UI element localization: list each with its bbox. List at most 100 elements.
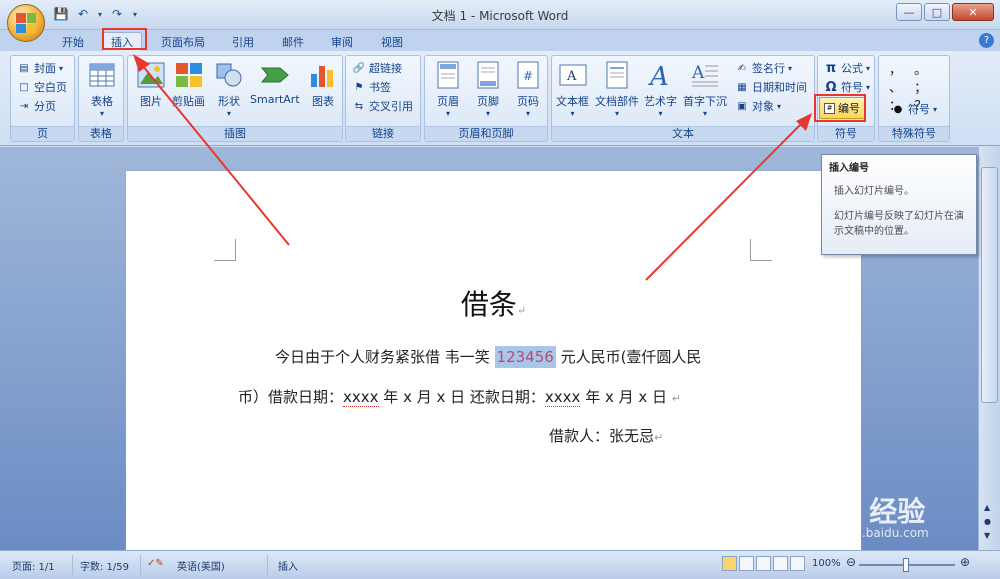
bookmark-button[interactable]: ⚑ 书签 <box>352 78 391 96</box>
close-button[interactable]: ✕ <box>952 3 994 21</box>
document-title: 借条↵ <box>460 288 527 321</box>
clipart-button[interactable]: 剪贴画 <box>172 60 205 109</box>
blank-page-icon: □ <box>19 81 29 93</box>
crop-mark-top-right <box>750 239 772 261</box>
web-view-icon[interactable] <box>756 556 771 571</box>
tab-review[interactable]: 审阅 <box>331 32 353 51</box>
tab-mailings[interactable]: 邮件 <box>282 32 304 51</box>
footer-button[interactable]: 页脚 ▾ <box>473 60 503 118</box>
signature-line-button[interactable]: ✍ 签名行 ▾ <box>735 59 792 77</box>
help-icon[interactable]: ? <box>979 33 994 48</box>
shapes-button[interactable]: 形状 ▾ <box>214 60 244 118</box>
prev-page-icon[interactable]: ▲ <box>984 503 990 512</box>
outline-view-icon[interactable] <box>773 556 788 571</box>
wordart-icon: A <box>646 60 676 90</box>
quick-parts-button[interactable]: 文档部件 ▾ <box>595 60 639 118</box>
minimize-button[interactable]: — <box>896 3 922 21</box>
status-separator <box>72 555 73 575</box>
zoom-out-icon[interactable]: ⊖ <box>846 555 856 569</box>
svg-text:A: A <box>691 63 705 83</box>
page-number-icon: # <box>513 60 543 90</box>
office-logo-icon <box>16 13 36 33</box>
document-page[interactable]: 借条↵ 今日由于个人财务紧张借 韦一笑 123456 元人民币(壹仟圆人民 币）… <box>126 171 861 555</box>
tab-references[interactable]: 引用 <box>232 32 254 51</box>
next-page-icon[interactable]: ▼ <box>984 531 990 540</box>
smartart-button[interactable]: SmartArt <box>250 60 300 106</box>
zoom-level[interactable]: 100% <box>812 558 841 569</box>
pi-icon: π <box>825 60 837 76</box>
insert-tab-highlight <box>102 28 147 50</box>
table-button[interactable]: 表格 ▾ <box>87 60 117 118</box>
header-icon <box>433 60 463 90</box>
group-header-footer: 页眉 ▾ 页脚 ▾ # 页码 ▾ 页眉和页脚 <box>424 55 548 142</box>
baidu-watermark-logo: Bai du 经验 <box>760 495 926 528</box>
special-symbol-button[interactable]: ● 符号 ▾ <box>891 100 937 118</box>
object-icon: ▣ <box>737 100 747 112</box>
picture-icon <box>136 60 166 90</box>
zoom-in-icon[interactable]: ⊕ <box>960 555 970 569</box>
spellcheck-icon[interactable]: ✓✎ <box>147 558 164 569</box>
signature-line-icon: ✍ <box>737 62 747 74</box>
object-button[interactable]: ▣ 对象 ▾ <box>735 97 781 115</box>
hyperlink-icon: 🔗 <box>352 62 366 74</box>
page-number-button[interactable]: # 页码 ▾ <box>513 60 543 118</box>
group-label-pages: 页 <box>11 126 74 141</box>
group-label-illustrations: 插图 <box>128 126 342 141</box>
zoom-slider-thumb[interactable] <box>903 558 909 572</box>
bullet-icon: ● <box>893 103 903 115</box>
tab-view[interactable]: 视图 <box>381 32 403 51</box>
header-button[interactable]: 页眉 ▾ <box>433 60 463 118</box>
cross-reference-button[interactable]: ⇆ 交叉引用 <box>352 97 413 115</box>
blank-page-button[interactable]: □ 空白页 <box>17 78 67 96</box>
svg-text:A: A <box>648 62 669 89</box>
cross-reference-icon: ⇆ <box>354 100 364 112</box>
page-break-button[interactable]: ⇥ 分页 <box>17 97 56 115</box>
drop-cap-icon: A <box>690 60 720 90</box>
group-pages: ▤ 封面 ▾ □ 空白页 ⇥ 分页 页 <box>10 55 75 142</box>
equation-button[interactable]: π 公式 ▾ <box>824 59 870 77</box>
baidu-watermark-url: jingyan.baidu.com <box>818 526 929 540</box>
tab-page-layout[interactable]: 页面布局 <box>161 32 205 51</box>
calendar-icon: ▦ <box>737 81 747 93</box>
group-text: A 文本框 ▾ 文档部件 ▾ A 艺术字 ▾ A 首字下沉 ▾ ✍ 签名行 ▾ ▦ 日期和时间… <box>551 55 815 142</box>
number-button-highlight <box>814 94 866 122</box>
omega-icon: Ω <box>825 79 837 95</box>
status-separator <box>140 555 141 575</box>
page-break-icon: ⇥ <box>19 100 29 112</box>
group-label-links: 链接 <box>346 126 420 141</box>
tab-home[interactable]: 开始 <box>62 32 84 51</box>
print-layout-view-icon[interactable] <box>722 556 737 571</box>
group-label-symbols: 符号 <box>818 126 874 141</box>
text-box-button[interactable]: A 文本框 ▾ <box>556 60 589 118</box>
tooltip-title: 插入编号 <box>829 163 869 174</box>
group-tables: 表格 ▾ 表格 <box>78 55 124 142</box>
paragraph-line-3: 借款人：张无忌↵ <box>549 427 664 445</box>
cover-page-button[interactable]: ▤ 封面 ▾ <box>17 59 63 77</box>
picture-button[interactable]: 图片 <box>136 60 166 109</box>
maximize-button[interactable]: □ <box>924 3 950 21</box>
hyperlink-button[interactable]: 🔗 超链接 <box>352 59 402 77</box>
status-words[interactable]: 字数: 1/59 <box>80 558 129 573</box>
chart-button[interactable]: 图表 <box>308 60 338 109</box>
wordart-button[interactable]: A 艺术字 ▾ <box>644 60 677 118</box>
full-screen-view-icon[interactable] <box>739 556 754 571</box>
vertical-scrollbar[interactable]: ▲ ● ▼ <box>978 147 1000 550</box>
group-label-text: 文本 <box>552 126 814 141</box>
drop-cap-button[interactable]: A 首字下沉 ▾ <box>683 60 727 118</box>
chart-icon <box>308 60 338 90</box>
office-button[interactable] <box>7 4 45 42</box>
status-language[interactable]: 英语(美国) <box>177 558 225 573</box>
clipart-icon <box>174 60 204 90</box>
paragraph-line-2: 币）借款日期：xxxx 年 x 月 x 日 还款日期：xxxx 年 x 月 x … <box>238 388 682 407</box>
status-separator <box>267 555 268 575</box>
browse-object-icon[interactable]: ● <box>984 517 991 526</box>
date-time-button[interactable]: ▦ 日期和时间 <box>735 78 807 96</box>
status-page[interactable]: 页面: 1/1 <box>12 558 55 573</box>
bookmark-icon: ⚑ <box>354 81 364 93</box>
group-label-special-symbols: 特殊符号 <box>879 126 949 141</box>
scroll-thumb[interactable] <box>981 167 998 403</box>
draft-view-icon[interactable] <box>790 556 805 571</box>
status-mode[interactable]: 插入 <box>278 558 298 573</box>
crop-mark-top-left <box>214 239 236 261</box>
ribbon-tabs: 开始 插入 页面布局 引用 邮件 审阅 视图 <box>0 30 1000 51</box>
